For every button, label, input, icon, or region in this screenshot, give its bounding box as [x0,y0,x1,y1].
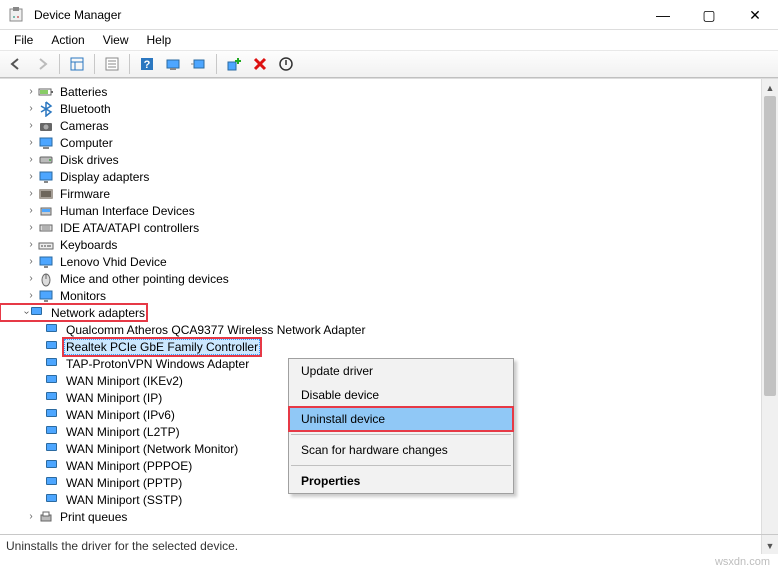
add-hardware-button[interactable] [222,53,246,75]
expand-icon[interactable]: › [24,171,38,182]
expand-icon[interactable]: › [24,120,38,131]
tree-item-monitors[interactable]: ›Monitors [0,287,761,304]
scan-hardware-button[interactable] [187,53,211,75]
toolbar: ? [0,50,778,78]
tree-item-realtek[interactable]: Realtek PCIe GbE Family Controller [0,338,761,355]
window-title: Device Manager [34,8,121,22]
back-button[interactable] [4,53,28,75]
toolbar-separator [59,54,60,74]
update-driver-button[interactable] [161,53,185,75]
tree-item-lenovo[interactable]: ›Lenovo Vhid Device [0,253,761,270]
watermark: wsxdn.com [715,556,770,568]
scroll-up-button[interactable]: ▲ [762,79,778,96]
cm-update-driver[interactable]: Update driver [289,359,513,383]
tree-item-mice[interactable]: ›Mice and other pointing devices [0,270,761,287]
computer-icon [38,135,54,151]
expand-icon[interactable]: › [24,188,38,199]
camera-icon [38,118,54,134]
network-icon [44,339,60,355]
maximize-button[interactable]: ▢ [686,0,732,30]
help-button[interactable]: ? [135,53,159,75]
display-icon [38,254,54,270]
expand-icon[interactable]: › [24,239,38,250]
chip-icon [38,186,54,202]
menu-action[interactable]: Action [43,32,92,48]
vertical-scrollbar[interactable]: ▲ ▼ [761,79,778,554]
tree-item-computer[interactable]: ›Computer [0,134,761,151]
mouse-icon [38,271,54,287]
network-icon [44,407,60,423]
tree-item-ide[interactable]: ›IDE ATA/ATAPI controllers [0,219,761,236]
tree-item-network-adapters[interactable]: › Network adapters [0,304,147,321]
network-icon [44,373,60,389]
network-icon [44,322,60,338]
expand-icon[interactable]: › [24,273,38,284]
menu-view[interactable]: View [95,32,137,48]
window-controls: — ▢ ✕ [640,0,778,29]
tree-item-firmware[interactable]: ›Firmware [0,185,761,202]
expand-icon[interactable]: › [24,103,38,114]
statusbar: Uninstalls the driver for the selected d… [0,534,778,556]
show-hidden-button[interactable] [65,53,89,75]
menubar: File Action View Help [0,30,778,50]
tree-item-display-adapters[interactable]: ›Display adapters [0,168,761,185]
uninstall-driver-button[interactable] [248,53,272,75]
keyboard-icon [38,237,54,253]
network-icon [44,390,60,406]
tree-item-disk-drives[interactable]: ›Disk drives [0,151,761,168]
disk-icon [38,152,54,168]
tree-item-cameras[interactable]: ›Cameras [0,117,761,134]
expand-icon[interactable]: › [24,137,38,148]
disable-device-button[interactable] [274,53,298,75]
network-icon [44,475,60,491]
network-icon [29,305,45,321]
forward-button[interactable] [30,53,54,75]
context-menu: Update driver Disable device Uninstall d… [288,358,514,494]
toolbar-separator [216,54,217,74]
network-icon [44,356,60,372]
tree-item-print-queues[interactable]: ›Print queues [0,508,761,525]
expand-icon[interactable]: › [24,290,38,301]
expand-icon[interactable]: › [24,222,38,233]
close-button[interactable]: ✕ [732,0,778,30]
network-icon [44,492,60,508]
cm-separator [291,434,511,435]
tree-item-keyboards[interactable]: ›Keyboards [0,236,761,253]
expand-icon[interactable]: › [24,256,38,267]
ide-icon [38,220,54,236]
printer-icon [38,509,54,525]
cm-separator [291,465,511,466]
monitor-icon [38,288,54,304]
hid-icon [38,203,54,219]
expand-icon[interactable]: › [24,154,38,165]
tree-item-batteries[interactable]: ›Batteries [0,83,761,100]
tree-item-bluetooth[interactable]: ›Bluetooth [0,100,761,117]
tree-item-qualcomm[interactable]: Qualcomm Atheros QCA9377 Wireless Networ… [0,321,761,338]
properties-button[interactable] [100,53,124,75]
cm-disable-device[interactable]: Disable device [289,383,513,407]
scrollbar-thumb[interactable] [764,96,776,396]
titlebar: Device Manager — ▢ ✕ [0,0,778,30]
menu-help[interactable]: Help [139,32,180,48]
menu-file[interactable]: File [6,32,41,48]
battery-icon [38,84,54,100]
tree-item-hid[interactable]: ›Human Interface Devices [0,202,761,219]
cm-scan-hardware[interactable]: Scan for hardware changes [289,438,513,462]
bluetooth-icon [38,101,54,117]
svg-text:?: ? [144,59,151,71]
display-icon [38,169,54,185]
app-icon [8,7,24,23]
expand-icon[interactable]: › [24,511,38,522]
network-icon [44,441,60,457]
network-icon [44,424,60,440]
expand-icon[interactable]: › [24,86,38,97]
toolbar-separator [129,54,130,74]
toolbar-separator [94,54,95,74]
network-icon [44,458,60,474]
status-text: Uninstalls the driver for the selected d… [6,539,238,553]
cm-uninstall-device[interactable]: Uninstall device [289,407,513,431]
cm-properties[interactable]: Properties [289,469,513,493]
expand-icon[interactable]: › [24,205,38,216]
minimize-button[interactable]: — [640,0,686,30]
